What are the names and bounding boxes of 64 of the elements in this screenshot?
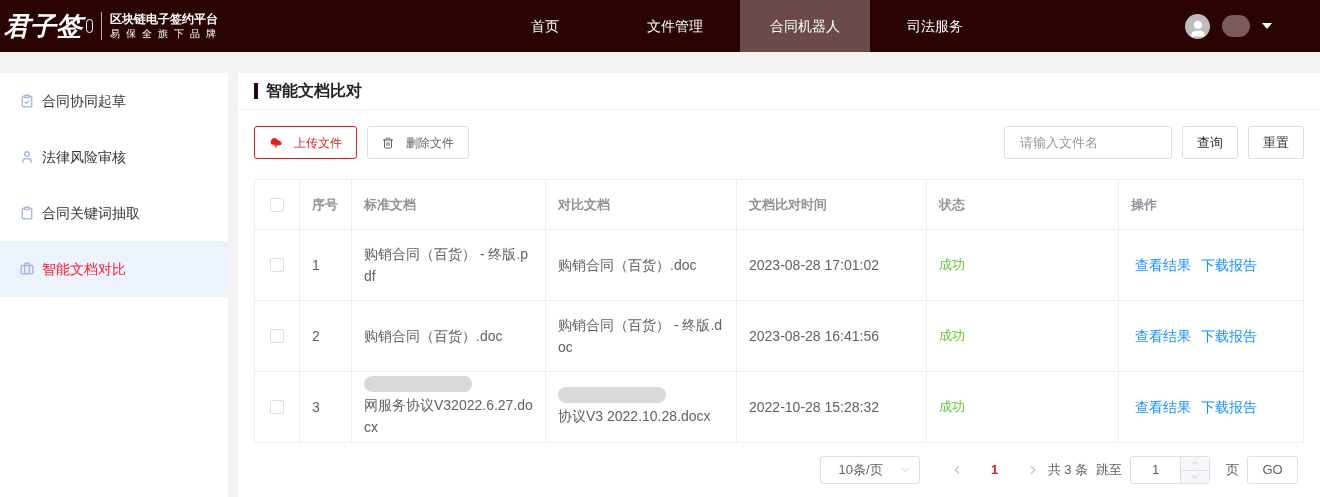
row-checkbox[interactable] — [270, 258, 284, 272]
document-name: 购销合同（百货）.doc — [558, 256, 697, 275]
document-name: 购销合同（百货）.doc — [364, 327, 503, 346]
trash-icon — [382, 136, 394, 149]
nav-tab[interactable]: 首页 — [480, 0, 610, 52]
table-cell: 2 — [299, 300, 352, 372]
document-name: 网服务协议V32022.6.27.docx — [364, 396, 533, 437]
page-number[interactable]: 1 — [979, 460, 1010, 480]
total-count: 共 3 条 — [1047, 461, 1088, 480]
page-title: 智能文档比对 — [266, 81, 362, 101]
nav-tab[interactable]: 文件管理 — [610, 0, 740, 52]
jump-label: 跳至 — [1096, 461, 1122, 480]
document-name: 购销合同（百货） - 终版.doc — [558, 316, 724, 357]
avatar[interactable] — [1185, 13, 1210, 39]
delete-button[interactable]: 删除文件 — [367, 126, 469, 159]
upload-icon — [269, 136, 282, 149]
status-text: 成功 — [926, 300, 1119, 372]
nav-tab[interactable]: 司法服务 — [870, 0, 1000, 52]
upload-button[interactable]: 上传文件 — [254, 126, 357, 159]
page-unit-label: 页 — [1226, 461, 1239, 480]
person-icon — [20, 150, 34, 164]
title-bar-mark — [254, 83, 258, 99]
column-header: 状态 — [926, 179, 1119, 230]
jump-field[interactable]: 1 — [1130, 456, 1210, 484]
sidebar-item[interactable]: 法律风险审核 — [0, 129, 228, 185]
action-link[interactable]: 下载报告 — [1201, 325, 1257, 347]
logo-title: 区块链电子签约平台 — [110, 11, 219, 27]
action-link[interactable]: 下载报告 — [1201, 396, 1257, 418]
table-cell: 3 — [299, 371, 352, 443]
sidebar-item[interactable]: 智能文档对比 — [0, 241, 228, 297]
table-cell: 2022-10-28 15:28:32 — [736, 371, 927, 443]
reset-button[interactable]: 重置 — [1248, 126, 1304, 159]
action-link[interactable]: 查看结果 — [1135, 325, 1191, 347]
redaction-mark — [1222, 15, 1250, 37]
query-button[interactable]: 查询 — [1182, 126, 1238, 159]
document-name: 购销合同（百货） - 终版.pdf — [364, 245, 530, 286]
column-header: 文档比对时间 — [736, 179, 927, 230]
action-link[interactable]: 查看结果 — [1135, 254, 1191, 276]
action-link[interactable]: 查看结果 — [1135, 396, 1191, 418]
table-cell: 1 — [299, 229, 352, 301]
row-checkbox[interactable] — [270, 329, 284, 343]
sidebar-item[interactable]: 合同关键词抽取 — [0, 185, 228, 241]
clipboard-icon — [20, 206, 34, 220]
dropdown-caret-icon[interactable] — [1262, 23, 1272, 29]
row-checkbox[interactable] — [270, 400, 284, 414]
clipboard-check-icon — [20, 94, 34, 108]
select-all-checkbox[interactable] — [270, 197, 284, 212]
sidebar-item[interactable]: 合同协同起草 — [0, 73, 228, 129]
page-size-select[interactable]: 10条/页 — [819, 456, 920, 484]
column-header: 操作 — [1118, 179, 1304, 230]
table-cell: 2023-08-28 17:01:02 — [736, 229, 927, 301]
search-field[interactable]: 请输入文件名 — [1004, 126, 1172, 159]
status-text: 成功 — [926, 229, 1119, 301]
table-cell: 2023-08-28 16:41:56 — [736, 300, 927, 372]
column-header: 序号 — [299, 179, 352, 230]
column-header: 标准文档 — [351, 179, 546, 230]
go-button[interactable]: GO — [1247, 456, 1298, 484]
action-link[interactable]: 下载报告 — [1201, 254, 1257, 276]
briefcase-icon — [20, 262, 34, 276]
nav-tab[interactable]: 合同机器人 — [740, 0, 870, 52]
status-text: 成功 — [926, 371, 1119, 443]
logo-subtitle: 易保全旗下品牌 — [110, 27, 222, 41]
column-header: 对比文档 — [545, 179, 737, 230]
document-name: 协议V3 2022.10.28.docx — [558, 407, 711, 426]
